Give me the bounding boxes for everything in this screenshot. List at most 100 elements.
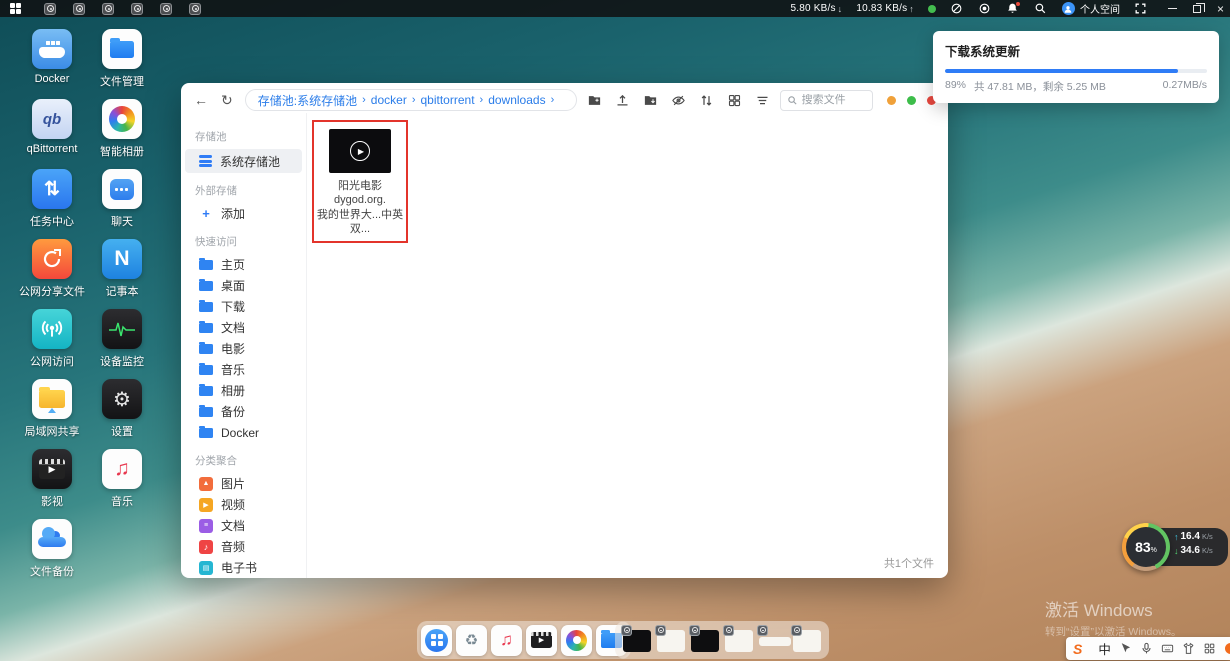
progress-size-info: 共 47.81 MB，剩余 5.25 MB xyxy=(974,79,1106,94)
hidden-files-icon[interactable] xyxy=(671,93,686,108)
desktop-icon-music[interactable]: ♫ 音乐 xyxy=(87,449,157,519)
window-thumbnail[interactable] xyxy=(623,628,651,653)
folder-icon xyxy=(199,323,213,333)
sunlogin-logo-icon[interactable]: S xyxy=(1073,641,1082,657)
desktop-icon-public-access[interactable]: 公网访问 xyxy=(17,309,87,379)
breadcrumb-item[interactable]: 存储池:系统存储池 xyxy=(258,92,357,109)
sidebar-item-home[interactable]: 主页 xyxy=(185,254,302,275)
fullscreen-icon[interactable] xyxy=(1134,2,1148,16)
window-thumbnail[interactable] xyxy=(691,628,719,653)
maximize-light[interactable] xyxy=(907,96,916,105)
dock-music[interactable]: ♫ xyxy=(491,625,522,656)
download-folder-icon[interactable] xyxy=(643,93,658,108)
dock-video[interactable]: ▶ xyxy=(526,625,557,656)
transfer-sort-icon[interactable] xyxy=(699,93,714,108)
session-icon[interactable] xyxy=(160,3,172,15)
sidebar-item-music[interactable]: 音乐 xyxy=(185,359,302,380)
session-icon[interactable] xyxy=(131,3,143,15)
desktop-icon-public-share[interactable]: 公网分享文件 xyxy=(17,239,87,309)
file-item-highlighted[interactable]: ▶ 阳光电影dygod.org. 我的世界大...中英双... xyxy=(312,120,408,243)
desktop-icon-docker[interactable]: Docker xyxy=(17,29,87,99)
desktop-icon-file-backup[interactable]: 文件备份 xyxy=(17,519,87,589)
system-gauge-widget[interactable]: 83% ↑ 16.4K/s ↓ 34.6K/s xyxy=(1122,522,1228,572)
desktop-icon-smart-album[interactable]: 智能相册 xyxy=(87,99,157,169)
session-icon[interactable] xyxy=(44,3,56,15)
sidebar-item-videos[interactable]: ▶视频 xyxy=(185,494,302,515)
launcher-grid-icon[interactable] xyxy=(10,3,22,15)
microphone-icon[interactable] xyxy=(1140,642,1153,655)
window-thumbnail[interactable] xyxy=(657,628,685,653)
breadcrumb-item[interactable]: docker xyxy=(371,93,407,107)
keyboard-icon[interactable] xyxy=(1161,642,1174,655)
clipboard-shirt-icon[interactable] xyxy=(1182,642,1195,655)
desktop-icon-file-manager[interactable]: 文件管理 xyxy=(87,29,157,99)
user-menu[interactable]: 个人空间 xyxy=(1062,1,1120,16)
new-folder-icon[interactable] xyxy=(587,93,602,108)
bell-icon[interactable] xyxy=(1006,2,1020,16)
minimize-light[interactable] xyxy=(887,96,896,105)
play-icon: ▶ xyxy=(350,141,370,161)
window-thumbnail[interactable] xyxy=(725,628,753,653)
back-icon[interactable]: ← xyxy=(193,92,209,108)
video-icon: ▶ xyxy=(531,632,552,648)
sidebar-item-backup[interactable]: 备份 xyxy=(185,401,302,422)
apps-grid-icon[interactable] xyxy=(1203,642,1216,655)
sidebar-item-audio[interactable]: ♪音频 xyxy=(185,536,302,557)
sidebar-item-system-storage[interactable]: 系统存储池 xyxy=(185,149,302,173)
session-badge-icon xyxy=(621,625,632,636)
search-icon[interactable] xyxy=(1034,2,1048,16)
desktop-icon-notepad[interactable]: N 记事本 xyxy=(87,239,157,309)
desktop-icon-settings[interactable]: ⚙ 设置 xyxy=(87,379,157,449)
sidebar-item-ebooks[interactable]: ▤电子书 xyxy=(185,557,302,578)
session-icon[interactable] xyxy=(189,3,201,15)
sidebar-item-movies[interactable]: 电影 xyxy=(185,338,302,359)
desktop-icon-task-center[interactable]: ⇅ 任务中心 xyxy=(17,169,87,239)
remote-toolbar: S 中 xyxy=(1066,637,1230,660)
dock-app-center[interactable] xyxy=(421,625,452,656)
desktop-icon-video[interactable]: ▶ 影视 xyxy=(17,449,87,519)
toggle-switch[interactable] xyxy=(1225,643,1230,654)
pointer-icon[interactable] xyxy=(1119,642,1132,655)
upload-icon[interactable] xyxy=(615,93,630,108)
sidebar-item-documents[interactable]: 文档 xyxy=(185,317,302,338)
desktop-icon-chat[interactable]: 聊天 xyxy=(87,169,157,239)
grid-view-icon[interactable] xyxy=(727,93,742,108)
sidebar-item-docs[interactable]: ≡文档 xyxy=(185,515,302,536)
folder-icon xyxy=(199,344,213,354)
desktop-icon-qbittorrent[interactable]: qb qBittorrent xyxy=(17,99,87,169)
avatar xyxy=(1062,2,1075,15)
dock-trash[interactable]: ♻ xyxy=(456,625,487,656)
restore-button[interactable] xyxy=(1193,5,1201,13)
minimize-button[interactable] xyxy=(1168,8,1177,10)
breadcrumb-item[interactable]: downloads xyxy=(488,93,545,107)
sidebar-item-desktop[interactable]: 桌面 xyxy=(185,275,302,296)
status-dot-icon xyxy=(928,5,936,13)
sidebar-item-add-external[interactable]: + 添加 xyxy=(185,203,302,224)
database-icon xyxy=(199,155,212,167)
folder-icon xyxy=(199,365,213,375)
sort-lines-icon[interactable] xyxy=(755,93,770,108)
session-icon[interactable] xyxy=(73,3,85,15)
breadcrumb-item[interactable]: qbittorrent xyxy=(421,93,475,107)
window-thumbnail[interactable] xyxy=(793,628,821,653)
session-icon[interactable] xyxy=(102,3,114,15)
input-method-indicator[interactable]: 中 xyxy=(1098,639,1111,658)
desktop-icon-lan-share[interactable]: 局域网共享 xyxy=(17,379,87,449)
search-input[interactable] xyxy=(802,94,864,106)
breadcrumb[interactable]: 存储池:系统存储池 › docker › qbittorrent › downl… xyxy=(245,89,577,111)
dnd-icon[interactable] xyxy=(950,2,964,16)
close-button[interactable]: × xyxy=(1217,3,1224,15)
file-search-box[interactable] xyxy=(780,90,873,111)
sidebar-item-downloads[interactable]: 下载 xyxy=(185,296,302,317)
section-storage-label: 存储池 xyxy=(195,129,306,144)
target-icon[interactable] xyxy=(978,2,992,16)
sidebar-item-albums[interactable]: 相册 xyxy=(185,380,302,401)
music-note-icon: ♫ xyxy=(114,457,130,481)
desktop-icon-device-monitor[interactable]: 设备监控 xyxy=(87,309,157,379)
sidebar-item-pictures[interactable]: ▲图片 xyxy=(185,473,302,494)
window-thumbnail[interactable] xyxy=(759,628,787,653)
update-notification[interactable]: 下载系统更新 89% 共 47.81 MB，剩余 5.25 MB 0.27MB/… xyxy=(933,31,1219,103)
dock-photos[interactable] xyxy=(561,625,592,656)
sidebar-item-docker[interactable]: Docker xyxy=(185,422,302,443)
refresh-icon[interactable]: ↻ xyxy=(219,92,235,109)
